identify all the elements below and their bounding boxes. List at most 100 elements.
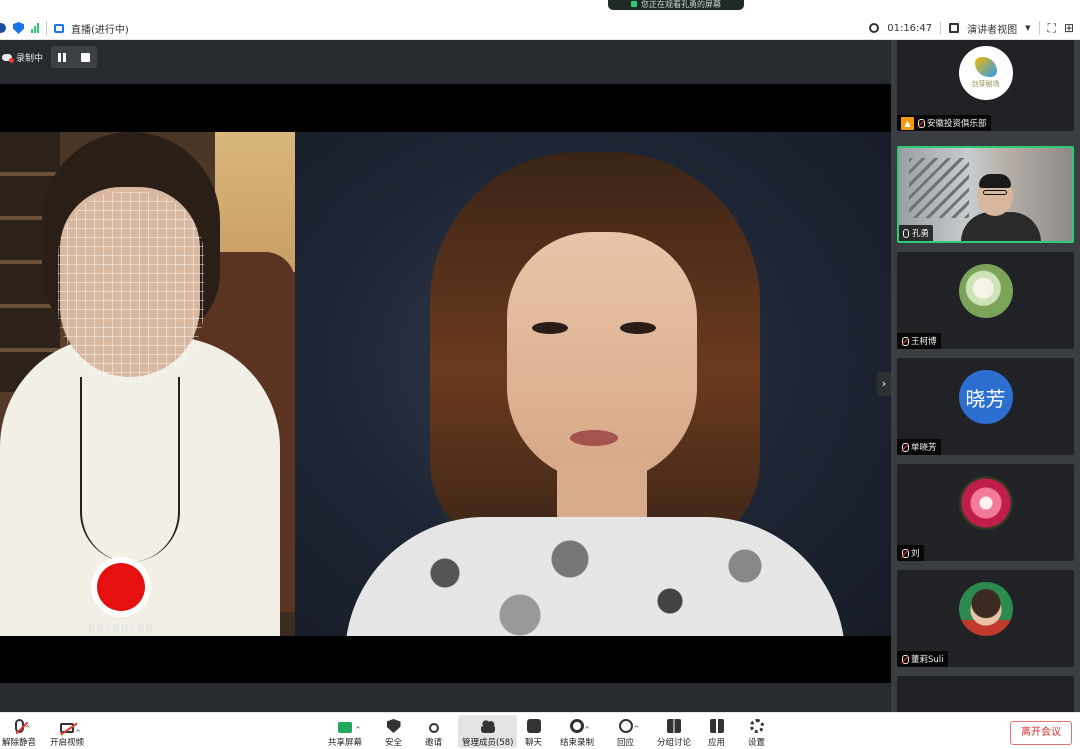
clock-icon (869, 23, 880, 33)
end-recording-button[interactable]: ^ 结束录制 (560, 715, 594, 748)
chevron-down-icon[interactable]: ▼ (1025, 24, 1030, 32)
participant-name-tag: 王柯博 (897, 333, 941, 349)
chevron-right-icon[interactable]: › (877, 372, 891, 396)
top-bar-right: 01:16:47 演讲者视图 ▼ ⛶ ⊞ (869, 18, 1080, 38)
settings-button[interactable]: 设置 (748, 715, 765, 748)
mic-muted-icon (901, 442, 909, 452)
participant-gallery[interactable]: 剑芽剧场 ▲ 安徽投资俱乐部 孔勇 王柯博 晓芳 单晓芳 刘 董莉Suli (891, 40, 1080, 712)
chevron-up-icon[interactable]: ^ (75, 729, 81, 737)
participant-glasses (983, 190, 1007, 195)
face-tracking-mesh (58, 192, 204, 382)
face-capture-camera: 00:00:00 (0, 132, 295, 637)
gear-icon (749, 719, 764, 733)
pause-recording-button[interactable] (58, 52, 67, 62)
participant-avatar-text: 晓芳 (965, 386, 1006, 411)
participant-name-tag: 孔勇 (899, 225, 934, 241)
participant-name: 安徽投资俱乐部 (927, 119, 987, 129)
recording-controls (51, 46, 97, 68)
share-screen-button[interactable]: ^ 共享屏幕 (328, 715, 362, 748)
participant-hair (979, 174, 1011, 188)
participant-tile[interactable]: 剑芽剧场 ▲ 安徽投资俱乐部 (897, 40, 1074, 131)
top-bar: 直播(进行中) 您正在观看孔勇的屏幕 01:16:47 演讲者视图 ▼ ⛶ ⊞ (0, 0, 1080, 40)
participant-name: 孔勇 (912, 229, 930, 239)
digital-human-avatar (295, 132, 891, 637)
manage-members-label: 管理成员(58) (462, 738, 514, 748)
mic-muted-icon (901, 548, 909, 558)
participant-tile[interactable] (897, 676, 1074, 712)
stage-top-bar: 录制中 (0, 40, 891, 84)
participant-tile[interactable]: 王柯博 (897, 252, 1074, 349)
divider (1038, 21, 1040, 35)
participant-name: 王柯博 (911, 337, 937, 347)
recording-indicator: 录制中 (2, 48, 43, 66)
participant-tile-active-speaker[interactable]: 孔勇 (897, 146, 1074, 243)
security-button[interactable]: 安全 (385, 715, 402, 748)
club-logo-icon (974, 57, 997, 77)
earphone-wire (80, 377, 180, 562)
share-notice-text: 您正在观看孔勇的屏幕 (641, 0, 721, 9)
security-shield-icon[interactable] (13, 22, 24, 34)
apps-button[interactable]: 应用 (708, 715, 725, 748)
meeting-timer: 01:16:47 (887, 22, 933, 34)
participant-name: 董莉Suli (911, 655, 944, 665)
cloud-record-icon (2, 53, 14, 63)
manage-members-button[interactable]: 管理成员(58) (458, 715, 518, 748)
participant-tile[interactable]: 刘 (897, 464, 1074, 561)
breakout-rooms-label: 分组讨论 (657, 738, 692, 748)
layout-view-icon (949, 23, 960, 33)
lamp-wall (215, 132, 295, 272)
mic-icon (903, 228, 909, 238)
unmute-label: 解除静音 (2, 738, 37, 748)
add-user-icon (428, 723, 439, 733)
chevron-up-icon[interactable]: ^ (355, 726, 361, 734)
background-stairs (909, 158, 969, 218)
screen-share-notice[interactable]: 您正在观看孔勇的屏幕 (608, 0, 744, 10)
chevron-up-icon[interactable]: ^ (634, 725, 640, 733)
grid-view-icon[interactable]: ⊞ (1064, 21, 1074, 35)
participant-avatar (958, 264, 1013, 318)
share-screen-label: 共享屏幕 (328, 738, 363, 748)
record-button-overlay (91, 557, 151, 617)
participant-tile[interactable]: 晓芳 单晓芳 (897, 358, 1074, 455)
start-video-button[interactable]: ^ 开启视频 (50, 715, 84, 748)
network-signal-icon[interactable] (31, 23, 39, 33)
start-video-label: 开启视频 (50, 738, 85, 748)
participant-name-tag: 董莉Suli (897, 651, 948, 667)
mic-muted-icon (901, 654, 909, 664)
participant-avatar: 剑芽剧场 (958, 46, 1013, 100)
apps-icon (709, 719, 724, 733)
chat-button[interactable]: 聊天 (525, 715, 542, 748)
view-mode-dropdown[interactable]: 演讲者视图 (967, 21, 1017, 36)
apps-label: 应用 (708, 738, 726, 748)
stage-footer (0, 683, 891, 712)
host-badge-icon: ▲ (901, 116, 914, 130)
participant-name-tag: 单晓芳 (897, 439, 941, 455)
shared-video: 00:00:00 (0, 132, 891, 637)
chevron-up-icon[interactable]: ^ (25, 725, 31, 733)
chevron-up-icon[interactable]: ^ (584, 726, 590, 734)
recording-label: 录制中 (16, 53, 44, 64)
live-stream-icon (54, 23, 64, 33)
video-off-icon: ^ (60, 723, 81, 737)
breakout-rooms-icon (667, 719, 681, 733)
breakout-rooms-button[interactable]: 分组讨论 (657, 715, 691, 748)
invite-button[interactable]: 邀请 (425, 715, 442, 748)
divider (940, 21, 942, 35)
emoji-icon: ^ (618, 719, 640, 733)
participant-name-tag: ▲ 安徽投资俱乐部 (897, 115, 991, 131)
reactions-button[interactable]: ^ 回应 (617, 715, 640, 748)
meeting-info-icon[interactable] (0, 23, 6, 33)
avatar-shirt (345, 517, 845, 637)
stop-recording-button[interactable] (80, 52, 90, 62)
leave-meeting-button[interactable]: 离开会议 (1010, 721, 1072, 745)
capture-timecode: 00:00:00 (88, 622, 154, 636)
share-screen-icon: ^ (338, 722, 361, 734)
fullscreen-icon[interactable]: ⛶ (1048, 21, 1056, 36)
participant-avatar-text: 剑芽剧场 (971, 80, 1000, 88)
invite-label: 邀请 (425, 738, 443, 748)
chat-label: 聊天 (525, 738, 543, 748)
participant-tile[interactable]: 董莉Suli (897, 570, 1074, 667)
live-status-label[interactable]: 直播(进行中) (71, 21, 129, 36)
unmute-button[interactable]: ^ 解除静音 (2, 715, 36, 748)
members-icon (480, 719, 495, 733)
